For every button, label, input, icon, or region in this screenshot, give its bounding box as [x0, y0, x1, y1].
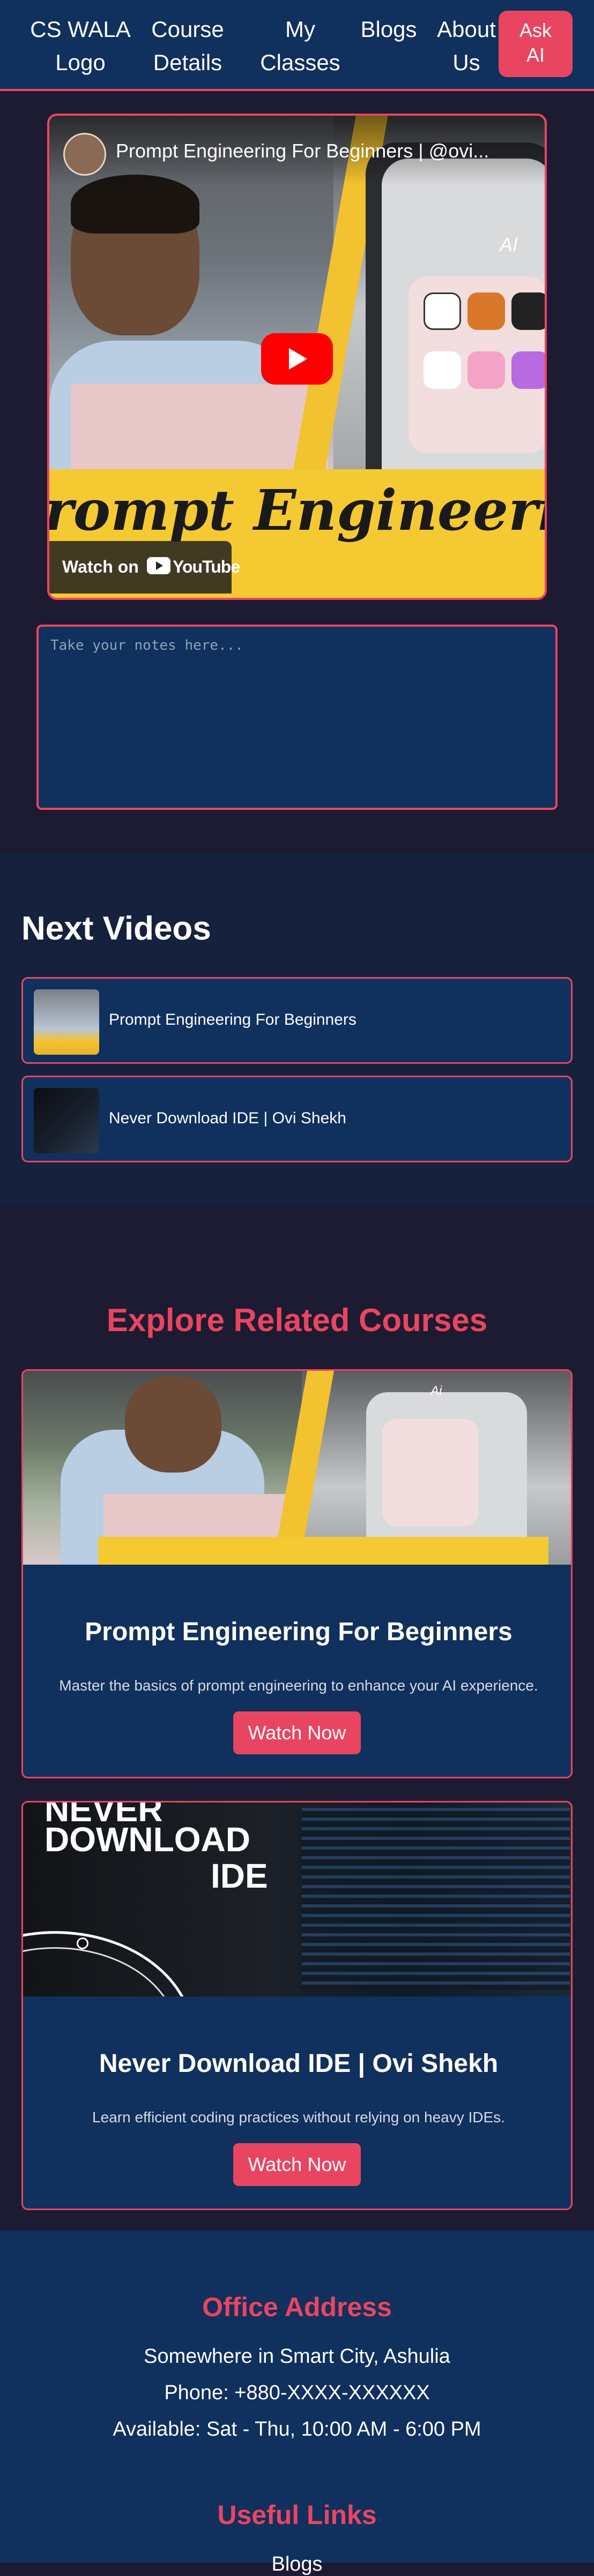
thumbnail-ai-label: Ai: [430, 1384, 442, 1398]
course-title: Never Download IDE | Ovi Shekh: [99, 2049, 499, 2078]
course-title: Prompt Engineering For Beginners: [85, 1618, 513, 1646]
next-video-item[interactable]: Never Download IDE | Ovi Shekh: [21, 1076, 573, 1162]
thumbnail-dot: [77, 1937, 88, 1949]
thumbnail-text-ide: IDE: [211, 1857, 268, 1895]
nav-link-my-classes[interactable]: My Classes: [252, 13, 348, 79]
nav-link-about-us[interactable]: About Us: [434, 13, 499, 79]
youtube-play-icon: [156, 561, 163, 570]
thumbnail-banner-text: rompt Engineering 10: [47, 477, 545, 543]
chatgpt-app-icon: [424, 292, 461, 330]
office-phone: Phone: +880-XXXX-XXXXXX: [164, 2382, 430, 2404]
thumbnail-code-lines: [302, 1808, 570, 1990]
watch-now-button[interactable]: Watch Now: [233, 1711, 361, 1754]
youtube-logo-icon: [147, 557, 170, 574]
useful-links-heading: Useful Links: [217, 2500, 377, 2530]
next-video-thumbnail: [34, 1088, 99, 1153]
play-button[interactable]: [261, 333, 333, 385]
course-card: Ai Prompt Engineering For Beginners Mast…: [21, 1369, 573, 1778]
nav-link-course-details[interactable]: Course Details: [139, 13, 236, 79]
course-description: Master the basics of prompt engineering …: [59, 1677, 538, 1694]
play-icon: [289, 348, 307, 370]
office-address: Somewhere in Smart City, Ashulia: [144, 2345, 450, 2368]
watch-on-youtube-button[interactable]: Watch on YouTube: [49, 541, 240, 594]
footer: Office Address Somewhere in Smart City, …: [0, 2230, 594, 2575]
next-videos-heading: Next Videos: [21, 910, 211, 947]
watch-on-label: Watch on: [62, 557, 139, 576]
related-courses-heading: Explore Related Courses: [106, 1302, 488, 1338]
ai-app-icon: [511, 292, 545, 330]
next-video-title: Prompt Engineering For Beginners: [109, 1011, 357, 1028]
app-icon: [467, 351, 505, 389]
navbar: CS WALA Logo Course Details My Classes B…: [0, 0, 594, 91]
course-card: NEVER DOWNLOAD IDE Never Download IDE | …: [21, 1801, 573, 2210]
thumbnail-text-download: DOWNLOAD: [44, 1820, 250, 1859]
next-video-title: Never Download IDE | Ovi Shekh: [109, 1109, 346, 1127]
office-address-heading: Office Address: [202, 2292, 392, 2322]
watch-now-button[interactable]: Watch Now: [233, 2143, 361, 2186]
footer-link-blogs[interactable]: Blogs: [0, 2553, 594, 2576]
next-video-thumbnail: [34, 989, 99, 1055]
thumbnail-app-folder: [382, 1419, 479, 1526]
youtube-wordmark: YouTube: [173, 557, 240, 576]
notes-textarea[interactable]: [36, 625, 558, 810]
gemini-app-icon: [424, 351, 461, 389]
channel-avatar[interactable]: [63, 133, 106, 176]
course-thumbnail: NEVER DOWNLOAD IDE: [23, 1803, 571, 1996]
thumbnail-app-folder: [409, 276, 545, 453]
nav-link-blogs[interactable]: Blogs: [354, 13, 424, 46]
youtube-video-player[interactable]: AI rompt Engineering 10 Prompt Engineeri…: [47, 114, 547, 600]
app-icon: [511, 351, 545, 389]
thumbnail-banner: [98, 1537, 548, 1565]
course-description: Learn efficient coding practices without…: [92, 2109, 505, 2126]
ask-ai-button[interactable]: Ask AI: [499, 11, 573, 77]
office-hours: Available: Sat - Thu, 10:00 AM - 6:00 PM: [113, 2418, 481, 2440]
video-title[interactable]: Prompt Engineering For Beginners | @ovi.…: [116, 139, 534, 163]
site-logo[interactable]: CS WALA Logo: [27, 13, 134, 79]
thumbnail-person-face: [125, 1376, 221, 1473]
next-videos-section: Next Videos Prompt Engineering For Begin…: [0, 853, 594, 1206]
next-video-item[interactable]: Prompt Engineering For Beginners: [21, 977, 573, 1064]
app-icon: [467, 292, 505, 330]
course-thumbnail: Ai: [23, 1371, 571, 1565]
thumbnail-ai-label: AI: [500, 234, 518, 256]
